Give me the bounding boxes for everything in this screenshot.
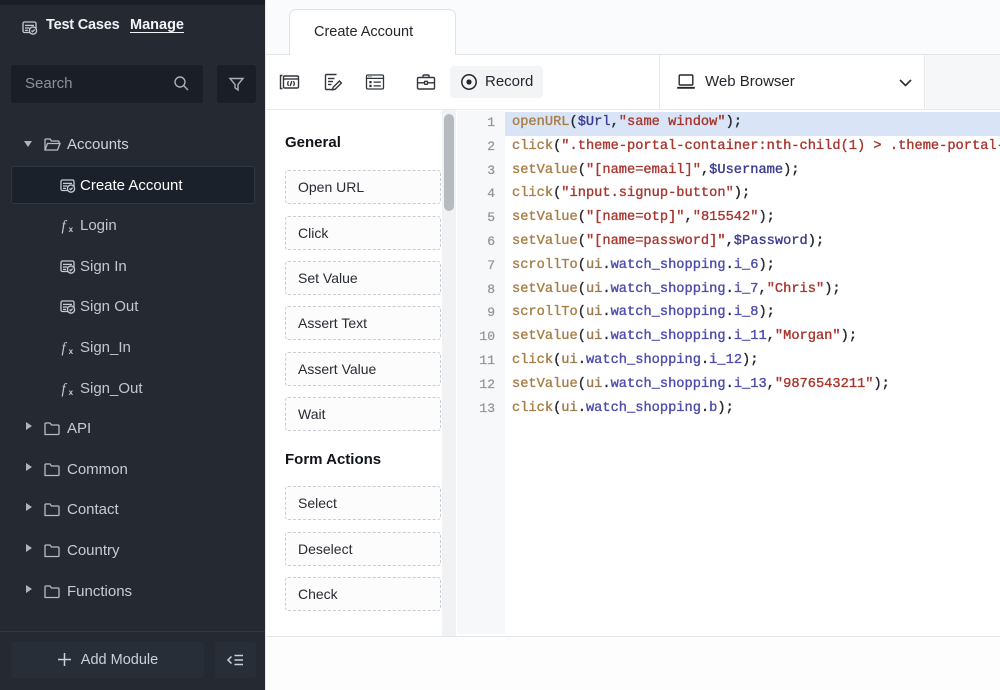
svg-text:x: x	[69, 388, 74, 397]
svg-text:f: f	[62, 381, 68, 397]
svg-text:f: f	[62, 219, 68, 235]
svg-text:x: x	[69, 347, 74, 356]
svg-text:f: f	[62, 340, 68, 356]
svg-text:x: x	[69, 225, 74, 234]
